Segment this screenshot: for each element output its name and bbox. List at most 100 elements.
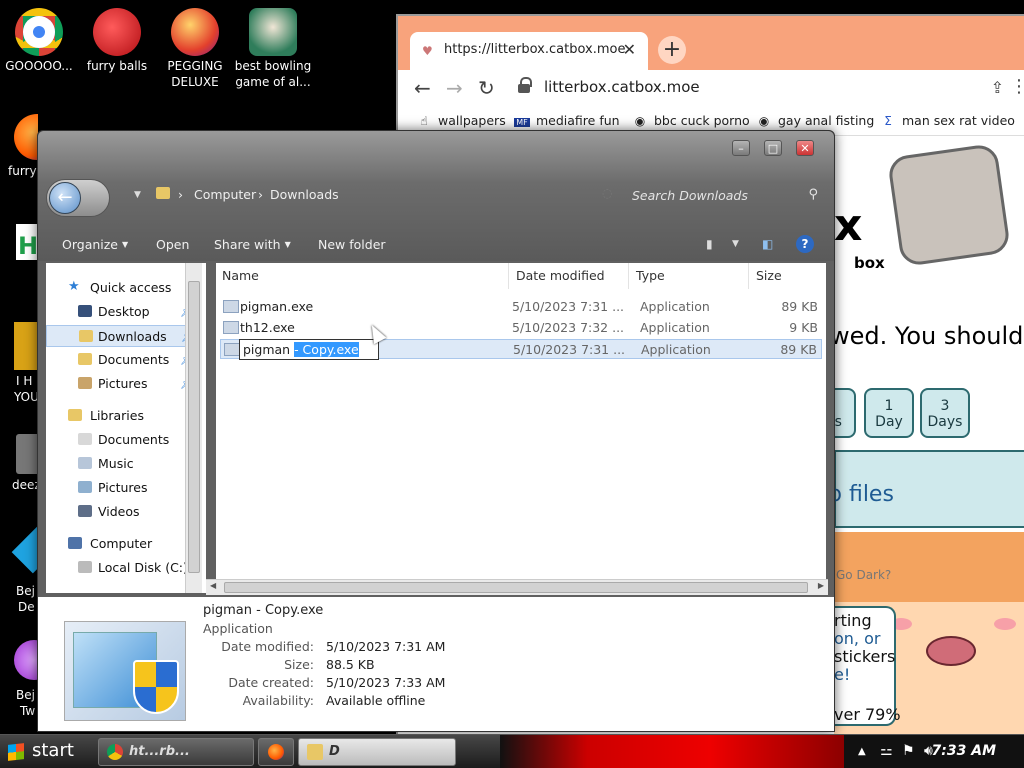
- nav-label: Pictures: [98, 480, 148, 495]
- view-options-icon[interactable]: ▮: [706, 237, 713, 251]
- clock[interactable]: 7:33 AM: [932, 743, 996, 759]
- scroll-thumb[interactable]: [188, 281, 200, 573]
- folder-app-icon[interactable]: [14, 322, 38, 370]
- share-with-button[interactable]: Share with ▼: [214, 237, 291, 252]
- exe-file-icon: [224, 343, 240, 356]
- reload-icon[interactable]: ↻: [478, 76, 495, 100]
- documents-library-icon: [78, 433, 92, 445]
- pictures-folder-icon: [78, 377, 92, 389]
- forward-icon[interactable]: →: [446, 76, 463, 100]
- back-button[interactable]: ←: [46, 179, 110, 217]
- nav-downloads[interactable]: Downloads📌︎: [46, 325, 198, 347]
- scroll-right-icon[interactable]: ▶: [818, 581, 824, 590]
- organize-label: Organize: [62, 237, 118, 252]
- address-bar[interactable]: litterbox.catbox.moe: [518, 77, 998, 102]
- search-box[interactable]: Search Downloads ⚲: [624, 183, 824, 209]
- chevron-down-icon[interactable]: ▼: [732, 239, 739, 249]
- nav-lib-pictures[interactable]: Pictures: [46, 477, 198, 499]
- desktop-icon-chrome[interactable]: GOOOOO...: [0, 8, 78, 74]
- search-icon[interactable]: ⚲: [808, 187, 818, 202]
- file-row-selected[interactable]: pigman - Copy.exe 5/10/2023 7:31 ... App…: [220, 339, 822, 360]
- maximize-button[interactable]: □: [764, 140, 782, 156]
- share-icon[interactable]: ⇪: [991, 78, 1004, 97]
- firefox-icon[interactable]: [14, 114, 38, 160]
- file-size: 89 KB: [781, 299, 818, 314]
- history-dropdown-icon[interactable]: ▼: [134, 190, 141, 200]
- column-separator[interactable]: [748, 263, 749, 289]
- address-bar[interactable]: › Computer › Downloads: [156, 184, 616, 208]
- nav-lib-music[interactable]: Music: [46, 453, 198, 475]
- taskbar-item-chrome[interactable]: ht...rb...: [98, 738, 254, 766]
- scroll-left-icon[interactable]: ◀: [210, 581, 216, 590]
- horizontal-scrollbar[interactable]: ◀ ▶: [206, 579, 828, 595]
- bookmark-item[interactable]: Σman sex rat video: [880, 113, 1015, 128]
- network-icon[interactable]: ⚍: [880, 743, 893, 759]
- tray-expand-icon[interactable]: ▲: [858, 746, 866, 757]
- nav-desktop[interactable]: Desktop📌︎: [46, 301, 198, 323]
- column-header-name[interactable]: Name: [222, 268, 259, 283]
- go-dark-toggle[interactable]: Go Dark?: [836, 568, 891, 582]
- rename-input[interactable]: pigman - Copy.exe: [239, 339, 379, 360]
- breadcrumb-downloads[interactable]: Downloads: [270, 187, 339, 202]
- desktop-icon-label: best bowling game of al...: [234, 59, 312, 89]
- expiry-unit: Day: [875, 414, 903, 430]
- breadcrumb-separator-icon: ›: [178, 187, 183, 202]
- details-value: Available offline: [326, 693, 426, 708]
- desktop-icon-furry-balls[interactable]: furry balls: [78, 8, 156, 74]
- navigation-scrollbar[interactable]: [185, 263, 202, 593]
- column-header-date[interactable]: Date modified: [516, 268, 605, 283]
- more-icon[interactable]: ⋮: [1010, 76, 1024, 97]
- upload-text[interactable]: p files: [828, 482, 894, 507]
- desktop-icon-pegging-deluxe[interactable]: PEGGING DELUXE: [156, 8, 234, 90]
- taskbar-item-explorer[interactable]: D: [298, 738, 456, 766]
- bejeweled-icon[interactable]: [11, 526, 38, 574]
- organize-button[interactable]: Organize ▼: [62, 237, 128, 252]
- start-button[interactable]: start: [6, 739, 86, 765]
- column-header-size[interactable]: Size: [756, 268, 782, 283]
- nav-computer[interactable]: Computer: [46, 533, 198, 555]
- tab-close-icon[interactable]: ✕: [623, 40, 636, 59]
- file-row[interactable]: th12.exe 5/10/2023 7:32 ... Application …: [220, 318, 822, 338]
- column-separator[interactable]: [508, 263, 509, 289]
- preview-pane-icon[interactable]: ◧: [762, 237, 773, 251]
- lock-icon: [518, 77, 532, 94]
- bejeweled-twist-icon[interactable]: [14, 640, 38, 680]
- browser-tab[interactable]: ♥ https://litterbox.catbox.moe ✕: [410, 32, 648, 70]
- column-separator[interactable]: [628, 263, 629, 289]
- expiry-option-button[interactable]: 1 Day: [864, 388, 914, 438]
- nav-documents[interactable]: Documents📌︎: [46, 349, 198, 371]
- nav-lib-videos[interactable]: Videos: [46, 501, 198, 523]
- tab-title: https://litterbox.catbox.moe: [444, 42, 626, 57]
- back-icon[interactable]: ←: [414, 76, 431, 100]
- column-header-type[interactable]: Type: [636, 268, 665, 283]
- action-center-icon[interactable]: ⚑: [902, 743, 915, 759]
- file-date: 5/10/2023 7:31 ...: [512, 299, 625, 314]
- minimize-button[interactable]: –: [732, 140, 750, 156]
- expiry-option-button[interactable]: 3 Days: [920, 388, 970, 438]
- details-value: 5/10/2023 7:33 AM: [326, 675, 446, 690]
- bookmark-item[interactable]: ☝ wallpapers: [416, 113, 505, 128]
- trash-icon[interactable]: [16, 434, 38, 474]
- open-button[interactable]: Open: [156, 237, 189, 252]
- bookmark-item[interactable]: ◉ bbc cuck porno: [632, 113, 750, 128]
- scroll-thumb[interactable]: [224, 582, 808, 593]
- sticker-text: on, or: [834, 629, 881, 648]
- new-tab-button[interactable]: +: [658, 36, 686, 64]
- nav-quick-access[interactable]: ★ Quick access: [46, 277, 198, 299]
- nav-libraries[interactable]: Libraries: [46, 405, 198, 427]
- bookmark-item[interactable]: MF mediafire fun: [514, 113, 620, 128]
- santa-bowling-icon: [249, 8, 297, 56]
- file-date: 5/10/2023 7:31 ...: [513, 342, 626, 357]
- breadcrumb-computer[interactable]: Computer: [194, 187, 256, 202]
- refresh-icon[interactable]: ◌: [602, 186, 612, 200]
- close-button[interactable]: ✕: [796, 140, 814, 156]
- bookmark-item[interactable]: ◉ gay anal fisting: [756, 113, 875, 128]
- nav-local-disk[interactable]: Local Disk (C:): [46, 557, 198, 579]
- nav-pictures[interactable]: Pictures📌︎: [46, 373, 198, 395]
- new-folder-button[interactable]: New folder: [318, 237, 386, 252]
- nav-lib-documents[interactable]: Documents: [46, 429, 198, 451]
- desktop-icon-bowling-game[interactable]: best bowling game of al...: [234, 8, 312, 90]
- help-icon[interactable]: ?: [796, 235, 814, 253]
- taskbar-item-firefox[interactable]: [258, 738, 294, 766]
- file-row[interactable]: pigman.exe 5/10/2023 7:31 ... Applicatio…: [220, 297, 822, 317]
